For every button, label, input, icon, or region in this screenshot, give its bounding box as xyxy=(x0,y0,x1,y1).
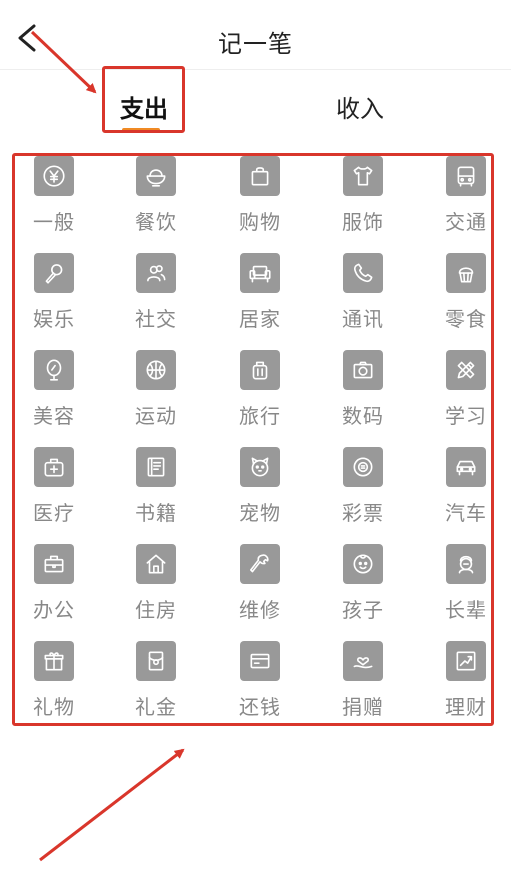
category-item[interactable]: 社交 xyxy=(106,249,206,345)
shopping-bag-icon xyxy=(240,156,280,196)
category-label: 宠物 xyxy=(239,501,281,525)
category-item[interactable]: 零食 xyxy=(416,249,511,345)
category-label: 娱乐 xyxy=(33,307,75,331)
header-bar: 记一笔 xyxy=(0,0,511,70)
tab-bar: 支出 收入 xyxy=(0,70,511,150)
category-label: 运动 xyxy=(135,404,177,428)
category-item[interactable]: 餐饮 xyxy=(106,152,206,248)
category-item[interactable]: 办公 xyxy=(4,540,104,636)
category-label: 办公 xyxy=(33,598,75,622)
elder-icon xyxy=(446,544,486,584)
category-item[interactable]: 孩子 xyxy=(313,540,413,636)
category-label: 彩票 xyxy=(342,501,384,525)
category-item[interactable]: 通讯 xyxy=(313,249,413,345)
gift-icon xyxy=(34,641,74,681)
category-label: 餐饮 xyxy=(135,210,177,234)
category-label: 美容 xyxy=(33,404,75,428)
trend-chart-icon xyxy=(446,641,486,681)
category-item[interactable]: 住房 xyxy=(106,540,206,636)
category-item[interactable]: 捐赠 xyxy=(313,637,413,733)
pet-face-icon xyxy=(240,447,280,487)
active-tab-indicator xyxy=(122,128,160,132)
suitcase-icon xyxy=(240,350,280,390)
pencil-ruler-icon xyxy=(446,350,486,390)
sofa-icon xyxy=(240,253,280,293)
annotation-arrow-bottom xyxy=(39,748,185,862)
category-label: 零食 xyxy=(445,307,487,331)
category-label: 维修 xyxy=(239,598,281,622)
rice-bowl-icon xyxy=(136,156,176,196)
wrench-icon xyxy=(240,544,280,584)
category-label: 长辈 xyxy=(445,598,487,622)
category-item[interactable]: 交通 xyxy=(416,152,511,248)
tab-income[interactable]: 收入 xyxy=(320,84,400,134)
house-icon xyxy=(136,544,176,584)
category-label: 数码 xyxy=(342,404,384,428)
baby-face-icon xyxy=(343,544,383,584)
category-label: 孩子 xyxy=(342,598,384,622)
basketball-icon xyxy=(136,350,176,390)
category-label: 购物 xyxy=(239,210,281,234)
category-item[interactable]: 维修 xyxy=(210,540,310,636)
shirt-icon xyxy=(343,156,383,196)
cupcake-icon xyxy=(446,253,486,293)
category-item[interactable]: 学习 xyxy=(416,346,511,442)
category-item[interactable]: 一般 xyxy=(4,152,104,248)
category-item[interactable]: 购物 xyxy=(210,152,310,248)
category-item[interactable]: 长辈 xyxy=(416,540,511,636)
phone-icon xyxy=(343,253,383,293)
mirror-icon xyxy=(34,350,74,390)
category-item[interactable]: 娱乐 xyxy=(4,249,104,345)
category-label: 住房 xyxy=(135,598,177,622)
category-item[interactable]: 礼金 xyxy=(106,637,206,733)
category-item[interactable]: 还钱 xyxy=(210,637,310,733)
category-item[interactable]: 居家 xyxy=(210,249,310,345)
category-label: 礼金 xyxy=(135,695,177,719)
category-item[interactable]: 理财 xyxy=(416,637,511,733)
category-item[interactable]: 旅行 xyxy=(210,346,310,442)
book-icon xyxy=(136,447,176,487)
category-item[interactable]: 彩票 xyxy=(313,443,413,539)
bus-icon xyxy=(446,156,486,196)
category-item[interactable]: 运动 xyxy=(106,346,206,442)
briefcase-icon xyxy=(34,544,74,584)
category-item[interactable]: 书籍 xyxy=(106,443,206,539)
page-title: 记一笔 xyxy=(218,30,293,58)
category-item[interactable]: 医疗 xyxy=(4,443,104,539)
category-label: 学习 xyxy=(445,404,487,428)
category-label: 服饰 xyxy=(342,210,384,234)
category-label: 理财 xyxy=(445,695,487,719)
yen-coin-icon xyxy=(34,156,74,196)
microphone-icon xyxy=(34,253,74,293)
credit-card-icon xyxy=(240,641,280,681)
category-label: 一般 xyxy=(33,210,75,234)
heart-hand-icon xyxy=(343,641,383,681)
car-icon xyxy=(446,447,486,487)
red-envelope-icon xyxy=(136,641,176,681)
category-label: 汽车 xyxy=(445,501,487,525)
category-label: 医疗 xyxy=(33,501,75,525)
category-label: 通讯 xyxy=(342,307,384,331)
category-label: 社交 xyxy=(135,307,177,331)
category-item[interactable]: 服饰 xyxy=(313,152,413,248)
category-label: 旅行 xyxy=(239,404,281,428)
category-item[interactable]: 数码 xyxy=(313,346,413,442)
medical-kit-icon xyxy=(34,447,74,487)
category-item[interactable]: 汽车 xyxy=(416,443,511,539)
category-label: 书籍 xyxy=(135,501,177,525)
category-label: 礼物 xyxy=(33,695,75,719)
category-item[interactable]: 美容 xyxy=(4,346,104,442)
tab-expense[interactable]: 支出 xyxy=(106,84,182,134)
category-item[interactable]: 礼物 xyxy=(4,637,104,733)
category-label: 还钱 xyxy=(239,695,281,719)
category-item[interactable]: 宠物 xyxy=(210,443,310,539)
category-label: 交通 xyxy=(445,210,487,234)
lottery-ball-icon xyxy=(343,447,383,487)
category-label: 捐赠 xyxy=(342,695,384,719)
camera-icon xyxy=(343,350,383,390)
people-icon xyxy=(136,253,176,293)
category-label: 居家 xyxy=(239,307,281,331)
